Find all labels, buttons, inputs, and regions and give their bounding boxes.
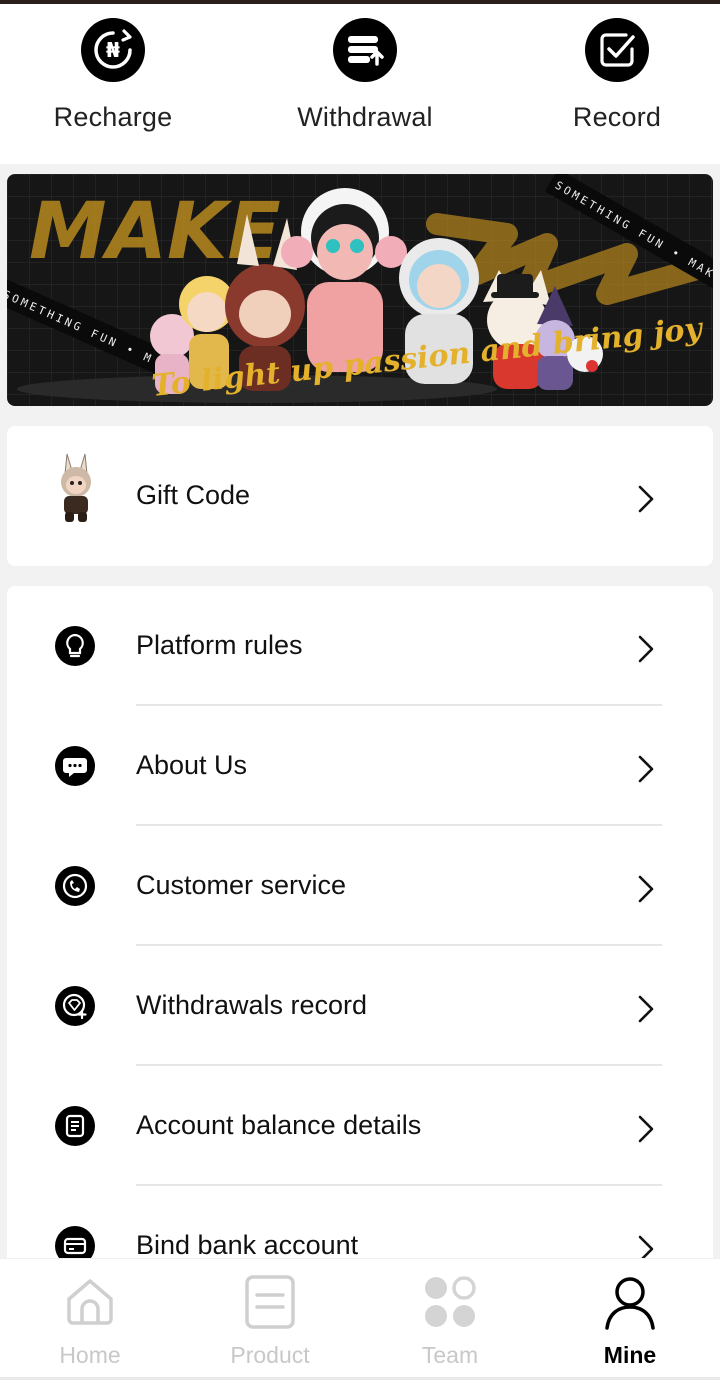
naira-refresh-icon: ₦ [81,18,145,82]
chevron-right-icon [638,875,654,903]
gift-code-label: Gift Code [136,480,251,510]
record-label: Record [572,102,662,132]
chat-bubble-icon [55,746,95,786]
tab-product[interactable]: Product [180,1273,360,1369]
menu-item-customer-service[interactable]: Customer service [7,826,713,946]
menu-item-label: Customer service [136,870,347,900]
team-grid-icon [425,1276,476,1327]
banner-ribbon-left: SOMETHING FUN • M [7,288,156,366]
withdrawal-label: Withdrawal [297,102,433,132]
banner-artwork: MAKE SOMETHING FUN • MAKE SO SOMETHING F… [7,174,713,404]
tab-home[interactable]: Home [0,1273,180,1369]
menu-item-account-balance-details[interactable]: Account balance details [7,1066,713,1186]
bottom-tab-bar: Home Product Team Mine [0,1258,720,1380]
withdrawal-button[interactable]: Withdrawal [275,18,455,133]
menu-item-label: Platform rules [136,630,303,660]
chevron-right-icon [638,755,654,783]
svg-text:₦: ₦ [106,38,120,62]
tab-label: Mine [603,1342,657,1368]
chevron-right-icon [638,635,654,663]
withdraw-card-icon [333,18,397,82]
home-icon [67,1279,113,1325]
tab-label: Team [421,1342,479,1368]
menu-item-about-us[interactable]: About Us [7,706,713,826]
chevron-right-icon [638,995,654,1023]
tab-mine[interactable]: Mine [540,1273,720,1369]
labubu-toy-icon [53,452,99,524]
tab-label: Home [59,1342,121,1368]
document-icon [55,1106,95,1146]
product-list-icon [245,1275,295,1329]
menu-item-platform-rules[interactable]: Platform rules [7,586,713,706]
phone-service-icon [55,866,95,906]
user-icon [605,1277,655,1330]
lightbulb-icon [55,626,95,666]
gift-code-card[interactable]: Gift Code [7,426,713,566]
promo-banner[interactable]: MAKE SOMETHING FUN • MAKE SO SOMETHING F… [7,174,713,406]
quick-actions: ₦ Recharge Withdrawal Record [0,4,720,164]
record-button[interactable]: Record [527,18,707,133]
menu-item-label: About Us [136,750,248,780]
tab-team[interactable]: Team [360,1273,540,1369]
menu-item-label: Bind bank account [136,1230,359,1260]
menu-item-withdrawals-record[interactable]: Withdrawals record [7,946,713,1066]
checkbox-icon [585,18,649,82]
menu-item-label: Account balance details [136,1110,422,1140]
recharge-label: Recharge [53,102,173,132]
tab-label: Product [230,1342,310,1368]
gift-code-row[interactable]: Gift Code [7,436,713,556]
diamond-plus-icon [55,986,95,1026]
recharge-button[interactable]: ₦ Recharge [23,18,203,133]
menu-item-label: Withdrawals record [136,990,368,1020]
chevron-right-icon [638,485,654,513]
settings-menu: Platform rules About Us Customer service… [7,586,713,1286]
chevron-right-icon [638,1115,654,1143]
